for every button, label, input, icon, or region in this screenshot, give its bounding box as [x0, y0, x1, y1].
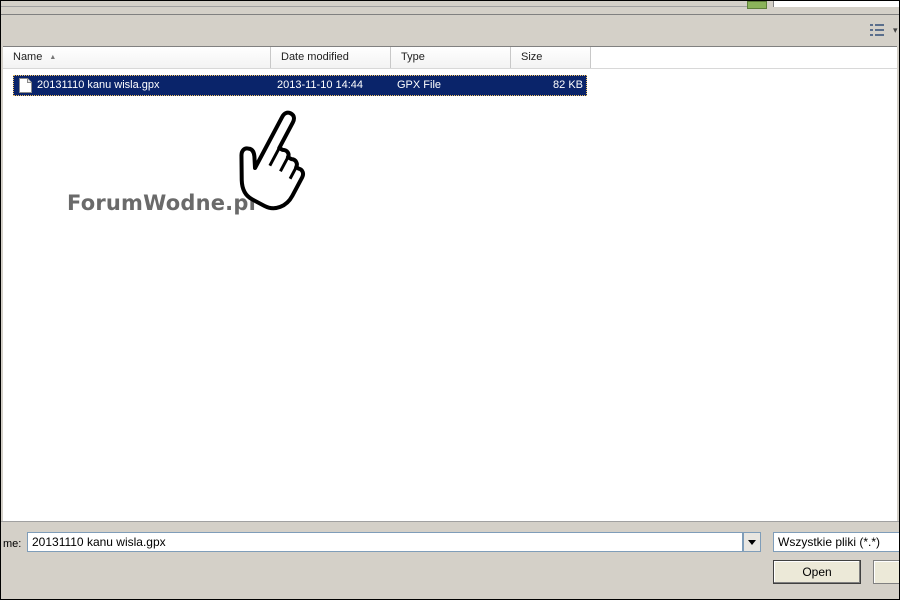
file-dialog: ▾ Name ▲ Date modified Type Size 20131110…	[0, 0, 900, 600]
file-row-selected[interactable]: 20131110 kanu wisla.gpx 2013-11-10 14:44…	[13, 75, 587, 96]
filename-dropdown-button[interactable]	[743, 532, 761, 552]
filename-input[interactable]	[27, 532, 743, 552]
column-type-label: Type	[401, 51, 425, 63]
column-size[interactable]: Size	[511, 47, 591, 68]
view-dropdown-icon[interactable]: ▾	[893, 25, 899, 35]
sort-up-icon: ▲	[49, 54, 57, 61]
column-name[interactable]: Name ▲	[3, 47, 271, 68]
file-type-select[interactable]: Wszystkie pliki (*.*)	[773, 532, 899, 552]
column-date-modified[interactable]: Date modified	[271, 47, 391, 68]
column-name-label: Name	[13, 51, 43, 63]
cancel-button[interactable]	[873, 560, 899, 584]
watermark-text: ForumWodne.pl	[67, 191, 256, 215]
file-date: 2013-11-10 14:44	[277, 79, 364, 91]
top-divider	[1, 6, 761, 7]
open-button[interactable]: Open	[773, 560, 861, 584]
top-strip	[1, 1, 899, 15]
column-header: Name ▲ Date modified Type Size	[3, 47, 897, 69]
column-date-label: Date modified	[281, 51, 349, 63]
filename-label: me:	[3, 538, 22, 550]
view-menu-icon[interactable]	[869, 23, 885, 37]
progress-indicator	[747, 1, 767, 9]
column-size-label: Size	[521, 51, 543, 63]
bottom-panel: me: Wszystkie pliki (*.*) Open	[1, 521, 899, 599]
top-field[interactable]	[773, 1, 899, 7]
column-type[interactable]: Type	[391, 47, 511, 68]
file-type: GPX File	[397, 79, 442, 91]
file-icon	[19, 78, 32, 93]
file-size: 82 KB	[553, 79, 583, 91]
hand-pointer-icon	[239, 110, 306, 211]
file-name: 20131110 kanu wisla.gpx	[37, 79, 160, 91]
file-list[interactable]: Name ▲ Date modified Type Size 20131110 k…	[3, 46, 897, 521]
toolbar: ▾	[1, 15, 899, 45]
